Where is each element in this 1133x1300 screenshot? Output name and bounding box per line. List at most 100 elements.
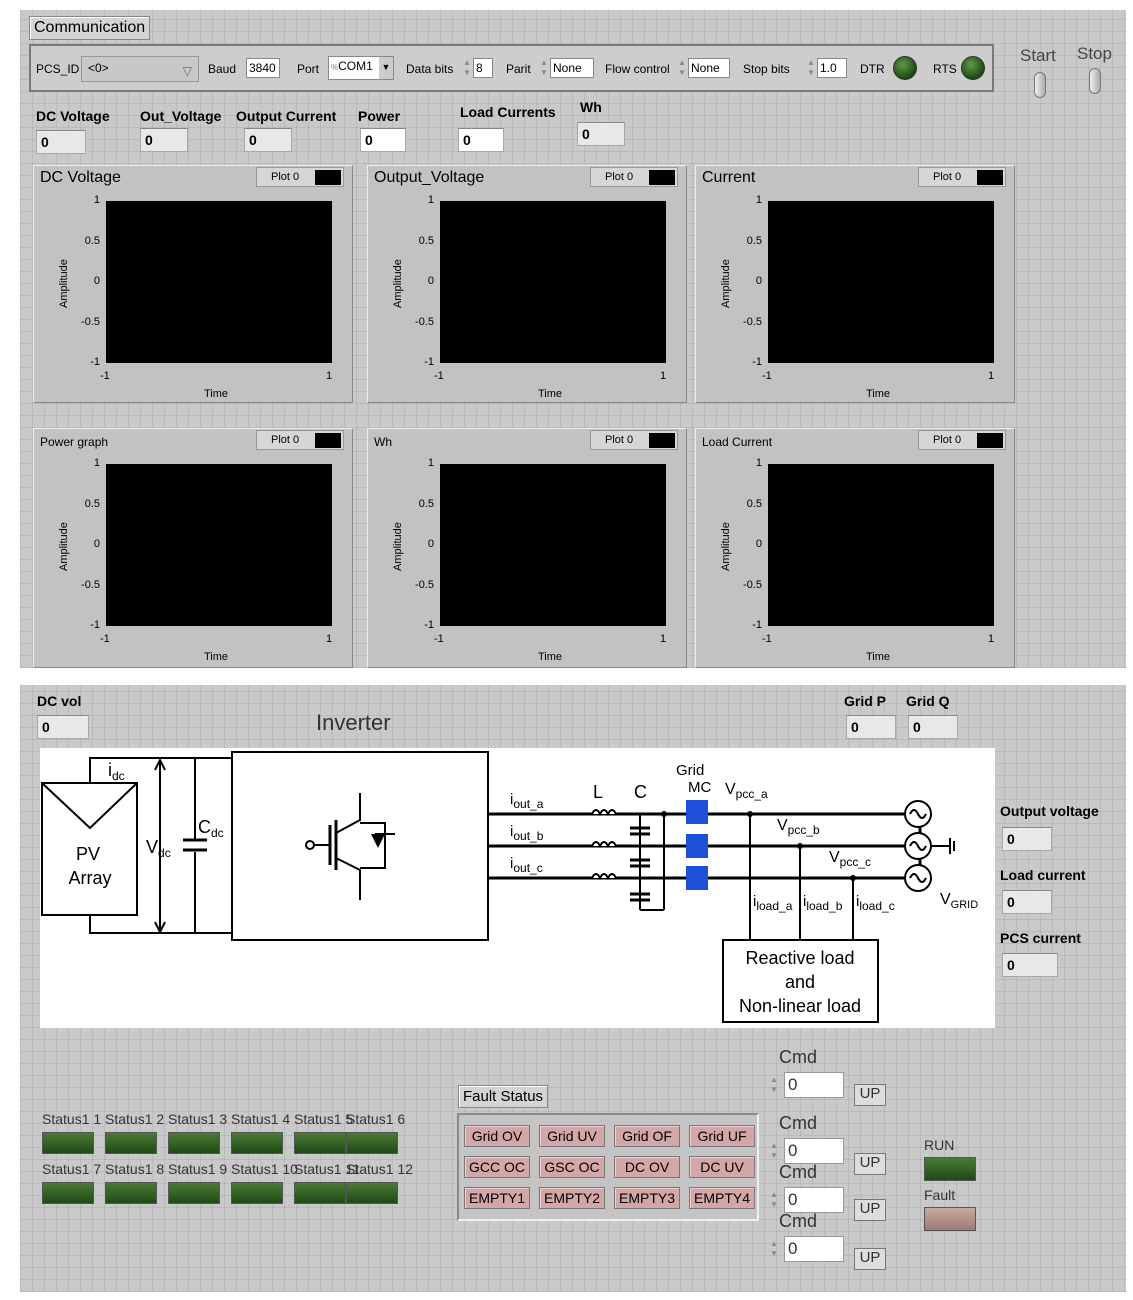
x-axis-label: Time xyxy=(866,651,891,663)
plot-legend[interactable]: Plot 0 xyxy=(256,167,344,187)
y-axis-label: Amplitude xyxy=(392,522,404,571)
cmd-up-button[interactable]: UP xyxy=(854,1153,886,1175)
pcs-id-select[interactable]: <0> ▽ xyxy=(81,56,199,82)
flow-control-spinner-icon[interactable]: ▲ ▼ xyxy=(678,58,686,78)
fault-indicator[interactable]: EMPTY1 xyxy=(464,1187,530,1209)
y-tick-label: 1 xyxy=(427,194,434,206)
fault-indicator[interactable]: Grid UV xyxy=(539,1125,605,1147)
start-toggle[interactable] xyxy=(1034,72,1046,98)
run-label: RUN xyxy=(924,1137,955,1153)
x-tick-label: 1 xyxy=(326,633,333,645)
plot-legend[interactable]: Plot 0 xyxy=(590,167,678,187)
flow-control-input[interactable]: None xyxy=(688,58,730,78)
cmd-input[interactable]: 0 xyxy=(784,1072,844,1098)
y-tick-label: 0.5 xyxy=(84,234,100,247)
y-tick-label: 0 xyxy=(755,538,762,550)
plot-area[interactable] xyxy=(106,464,332,626)
fault-indicator[interactable]: EMPTY4 xyxy=(689,1187,755,1209)
rts-led[interactable] xyxy=(961,56,985,80)
y-tick-label: -0.5 xyxy=(81,578,100,591)
fault-indicator[interactable]: EMPTY2 xyxy=(539,1187,605,1209)
stop-bits-input[interactable]: 1.0 xyxy=(817,58,847,78)
fault-indicator[interactable]: GSC OC xyxy=(539,1156,605,1178)
grid-p-value: 0 xyxy=(846,715,896,739)
x-tick-label: 1 xyxy=(988,370,995,382)
power-value: 0 xyxy=(360,128,406,152)
fault-indicator[interactable]: DC OV xyxy=(614,1156,680,1178)
stop-toggle[interactable] xyxy=(1089,68,1101,94)
status-label: Status1 5 xyxy=(294,1111,354,1127)
graph-title: Current xyxy=(702,169,756,186)
parity-input[interactable]: None xyxy=(550,58,594,78)
status-led xyxy=(294,1132,346,1154)
plot-legend[interactable]: Plot 0 xyxy=(590,430,678,450)
plot-area[interactable] xyxy=(768,201,994,363)
fault-indicator[interactable]: DC UV xyxy=(689,1156,755,1178)
legend-label: Plot 0 xyxy=(933,434,962,446)
plot-legend[interactable]: Plot 0 xyxy=(918,167,1006,187)
legend-label: Plot 0 xyxy=(605,434,634,446)
parity-spinner-icon[interactable]: ▲ ▼ xyxy=(540,58,548,78)
legend-label: Plot 0 xyxy=(271,171,300,183)
output-voltage-value: 0 xyxy=(1002,827,1052,851)
cmd-input[interactable]: 0 xyxy=(784,1236,844,1262)
out-voltage-value: 0 xyxy=(140,128,188,152)
rts-label: RTS xyxy=(933,62,957,76)
status-label: Status1 2 xyxy=(105,1111,165,1127)
start-label: Start xyxy=(1020,46,1056,65)
status-label: Status1 9 xyxy=(168,1161,228,1177)
y-tick-label: 0.5 xyxy=(746,497,762,510)
y-tick-label: -1 xyxy=(90,619,100,631)
fault-led xyxy=(924,1207,976,1231)
mc-switch-a xyxy=(686,800,708,824)
y-tick-label: -1 xyxy=(424,356,434,368)
cmd-spinner-icon[interactable]: ▲ ▼ xyxy=(770,1141,778,1161)
plot-area[interactable] xyxy=(440,201,666,363)
mc-switch-b xyxy=(686,834,708,858)
pcs-current-value: 0 xyxy=(1002,953,1058,977)
status-led xyxy=(294,1182,346,1204)
cmd-up-button[interactable]: UP xyxy=(854,1199,886,1221)
cmd-spinner-icon[interactable]: ▲ ▼ xyxy=(770,1239,778,1259)
x-tick-label: 1 xyxy=(326,370,333,382)
cmd-input[interactable]: 0 xyxy=(784,1138,844,1164)
y-tick-label: 0.5 xyxy=(84,497,100,510)
plot-legend[interactable]: Plot 0 xyxy=(256,430,344,450)
plot-legend[interactable]: Plot 0 xyxy=(918,430,1006,450)
fault-indicator[interactable]: Grid OV xyxy=(464,1125,530,1147)
plot-area[interactable] xyxy=(768,464,994,626)
cmd-spinner-icon[interactable]: ▲ ▼ xyxy=(770,1075,778,1095)
cmd-up-button[interactable]: UP xyxy=(854,1084,886,1106)
wh-value: 0 xyxy=(577,122,625,146)
graph-title: Output_Voltage xyxy=(374,169,485,186)
load-label-3: Non-linear load xyxy=(739,996,861,1016)
communication-tab[interactable]: Communication xyxy=(29,16,151,40)
cmd-label: Cmd xyxy=(779,1162,818,1182)
status-label: Status1 8 xyxy=(105,1161,165,1177)
baud-input[interactable]: 3840 xyxy=(246,58,280,78)
y-tick-label: -0.5 xyxy=(81,315,100,328)
x-axis-label: Time xyxy=(204,388,229,400)
fault-indicator[interactable]: EMPTY3 xyxy=(614,1187,680,1209)
data-bits-spinner-icon[interactable]: ▲ ▼ xyxy=(463,58,471,78)
port-select[interactable]: %COM1 ▼ xyxy=(328,56,394,80)
plot-area[interactable] xyxy=(106,201,332,363)
x-tick-label: 1 xyxy=(660,633,667,645)
dtr-label: DTR xyxy=(860,62,885,76)
stop-bits-spinner-icon[interactable]: ▲ ▼ xyxy=(807,58,815,78)
cmd-up-button[interactable]: UP xyxy=(854,1248,886,1270)
fault-indicator[interactable]: Grid OF xyxy=(614,1125,680,1147)
fault-indicator[interactable]: Grid UF xyxy=(689,1125,755,1147)
cmd-spinner-icon[interactable]: ▲ ▼ xyxy=(770,1190,778,1210)
cmd-input[interactable]: 0 xyxy=(784,1187,844,1213)
fault-indicator[interactable]: GCC OC xyxy=(464,1156,530,1178)
status-label: Status1 10 xyxy=(231,1161,298,1177)
grid-q-value: 0 xyxy=(908,715,958,739)
bottom-panel: DC vol 0 Inverter Grid P 0 Grid Q 0 Outp… xyxy=(20,685,1126,1292)
dtr-led[interactable] xyxy=(893,56,917,80)
data-bits-input[interactable]: 8 xyxy=(473,58,493,78)
cmd-label: Cmd xyxy=(779,1211,818,1231)
graph-panel: Power graph Plot 0 Amplitude Time 1 0.5 0 -0… xyxy=(33,428,353,668)
flow-control-label: Flow control xyxy=(605,62,670,76)
plot-area[interactable] xyxy=(440,464,666,626)
